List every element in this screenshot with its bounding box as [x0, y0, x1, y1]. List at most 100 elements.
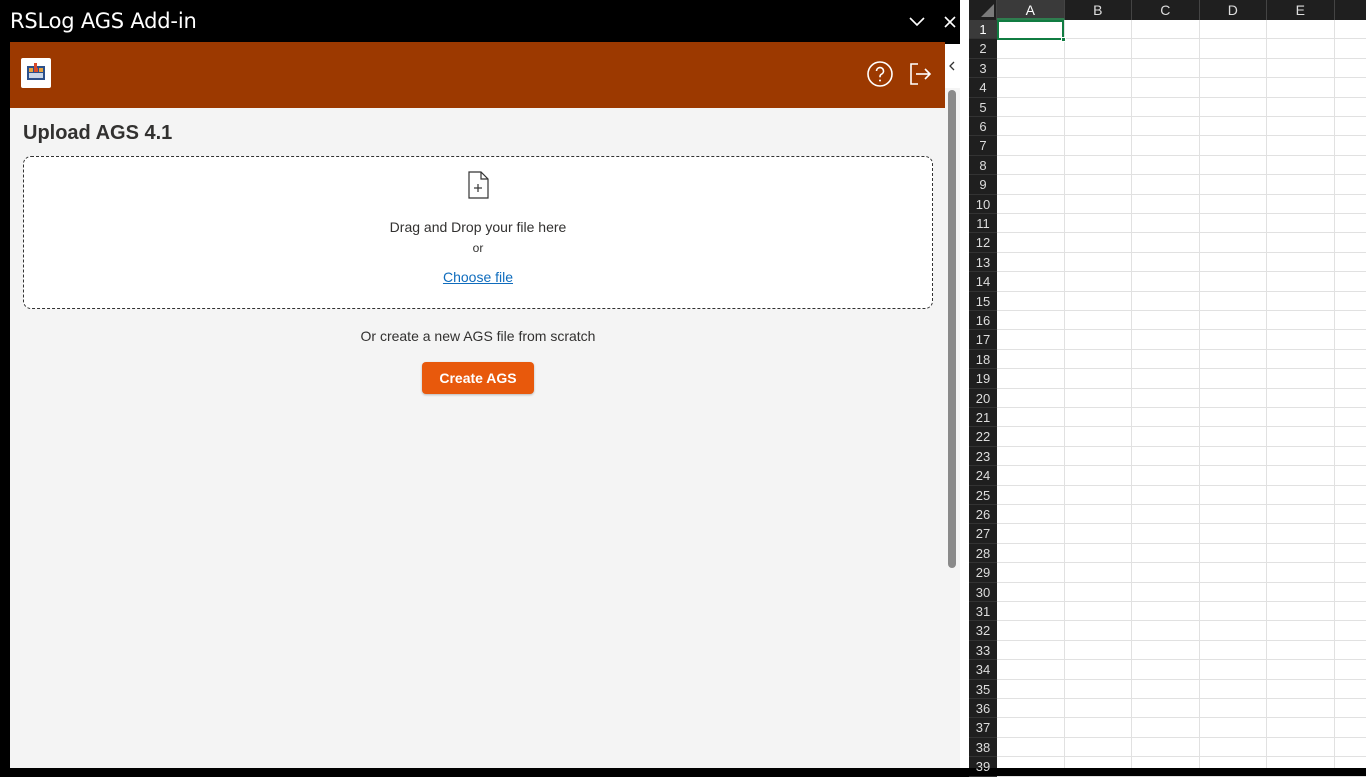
create-from-scratch-text: Or create a new AGS file from scratch — [360, 328, 596, 344]
row-header-26[interactable]: 26 — [969, 505, 997, 525]
grid-row-line — [997, 465, 1366, 467]
row-header-10[interactable]: 10 — [969, 195, 997, 214]
grid-column-line — [1198, 20, 1200, 768]
grid-row-line — [997, 348, 1366, 350]
grid-row-line — [997, 426, 1366, 428]
upload-title: Upload AGS 4.1 — [23, 122, 173, 144]
row-header-35[interactable]: 35 — [969, 680, 997, 699]
grid-row-line — [997, 154, 1366, 156]
grid-row-line — [997, 213, 1366, 214]
row-header-9[interactable]: 9 — [969, 175, 997, 195]
choose-file-container: Choose file — [24, 269, 932, 285]
row-header-21[interactable]: 21 — [969, 408, 997, 428]
grid-row-line — [997, 193, 1366, 195]
grid-row-line — [997, 96, 1366, 98]
row-header-32[interactable]: 32 — [969, 621, 997, 641]
active-cell[interactable] — [997, 20, 1064, 40]
row-header-33[interactable]: 33 — [969, 641, 997, 661]
fill-handle[interactable] — [1061, 37, 1066, 42]
chevron-down-icon[interactable] — [906, 12, 928, 32]
row-header-31[interactable]: 31 — [969, 602, 997, 622]
row-header-19[interactable]: 19 — [969, 369, 997, 389]
row-header-25[interactable]: 25 — [969, 486, 997, 505]
row-header-8[interactable]: 8 — [969, 156, 997, 176]
grid-row-line — [997, 775, 1366, 777]
grid-row-line — [997, 387, 1366, 389]
grid-row-line — [997, 310, 1366, 311]
task-pane-title: RSLog AGS Add-in — [10, 9, 197, 33]
grid-row-line — [997, 57, 1366, 59]
create-ags-button[interactable]: Create AGS — [422, 362, 534, 394]
collapse-pane-handle[interactable] — [945, 44, 960, 88]
grid-row-line — [997, 698, 1366, 699]
grid-row-line — [997, 251, 1366, 253]
row-header-34[interactable]: 34 — [969, 660, 997, 680]
select-all-triangle-icon — [981, 4, 994, 17]
column-header-b[interactable]: B — [1065, 0, 1132, 20]
grid-column-line — [1266, 20, 1267, 768]
grid-row-line — [997, 407, 1366, 408]
row-header-38[interactable]: 38 — [969, 738, 997, 758]
grid-row-line — [997, 601, 1366, 602]
help-circle-icon[interactable] — [866, 60, 894, 88]
row-header-14[interactable]: 14 — [969, 272, 997, 292]
row-header-13[interactable]: 13 — [969, 253, 997, 273]
drag-drop-text: Drag and Drop your file here — [389, 219, 567, 235]
grid-row-line — [997, 271, 1366, 273]
row-header-24[interactable]: 24 — [969, 466, 997, 486]
row-header-22[interactable]: 22 — [969, 427, 997, 447]
column-header-a[interactable]: A — [997, 0, 1065, 20]
row-header-18[interactable]: 18 — [969, 350, 997, 370]
row-header-17[interactable]: 17 — [969, 330, 997, 350]
file-dropzone[interactable]: Drag and Drop your file here or Choose f… — [23, 156, 933, 309]
row-headers: 1 2 3 4 5 6 7 8 9 10 11 12 13 14 15 16 17 18 19 20 21 22 23 24 2… — [969, 20, 997, 777]
row-header-6[interactable]: 6 — [969, 117, 997, 137]
grid-column-line — [1063, 20, 1065, 768]
row-header-1[interactable]: 1 — [969, 20, 997, 40]
column-header-c[interactable]: C — [1132, 0, 1200, 20]
column-header-d[interactable]: D — [1200, 0, 1267, 20]
row-header-11[interactable]: 11 — [969, 214, 997, 234]
row-header-23[interactable]: 23 — [969, 447, 997, 467]
grid-column-line — [1333, 20, 1335, 768]
grid-row-line — [997, 562, 1366, 564]
grid-row-line — [997, 445, 1366, 447]
row-header-20[interactable]: 20 — [969, 389, 997, 408]
row-header-4[interactable]: 4 — [969, 78, 997, 98]
choose-file-link[interactable]: Choose file — [443, 269, 513, 285]
grid-row-line — [997, 523, 1366, 525]
close-icon[interactable] — [940, 12, 960, 32]
row-header-12[interactable]: 12 — [969, 233, 997, 253]
row-header-30[interactable]: 30 — [969, 583, 997, 602]
column-headers: ABCDE — [997, 0, 1366, 20]
addin-content: Upload AGS 4.1 Drag and Drop your file h… — [10, 42, 945, 768]
row-header-36[interactable]: 36 — [969, 699, 997, 719]
cell-grid[interactable] — [997, 20, 1366, 777]
row-header-3[interactable]: 3 — [969, 59, 997, 79]
row-header-15[interactable]: 15 — [969, 292, 997, 311]
column-header-e[interactable]: E — [1267, 0, 1335, 20]
row-header-28[interactable]: 28 — [969, 544, 997, 564]
grid-row-line — [997, 368, 1366, 370]
row-header-2[interactable]: 2 — [969, 39, 997, 59]
row-header-7[interactable]: 7 — [969, 136, 997, 156]
row-header-39[interactable]: 39 — [969, 757, 997, 777]
sign-out-icon[interactable] — [906, 60, 934, 88]
grid-row-line — [997, 639, 1366, 641]
scrollbar-thumb[interactable] — [948, 90, 956, 568]
or-text: or — [472, 241, 484, 255]
row-header-37[interactable]: 37 — [969, 718, 997, 738]
grid-row-line — [997, 232, 1366, 234]
grid-row-line — [997, 659, 1366, 661]
row-header-29[interactable]: 29 — [969, 563, 997, 583]
row-header-16[interactable]: 16 — [969, 311, 997, 331]
grid-row-line — [997, 290, 1366, 292]
row-header-5[interactable]: 5 — [969, 98, 997, 117]
grid-row-line — [997, 116, 1366, 117]
rslog-logo-icon — [21, 58, 51, 88]
grid-row-line — [997, 135, 1366, 137]
row-header-27[interactable]: 27 — [969, 524, 997, 544]
grid-row-line — [997, 581, 1366, 583]
grid-row-line — [997, 484, 1366, 486]
grid-row-line — [997, 504, 1366, 505]
